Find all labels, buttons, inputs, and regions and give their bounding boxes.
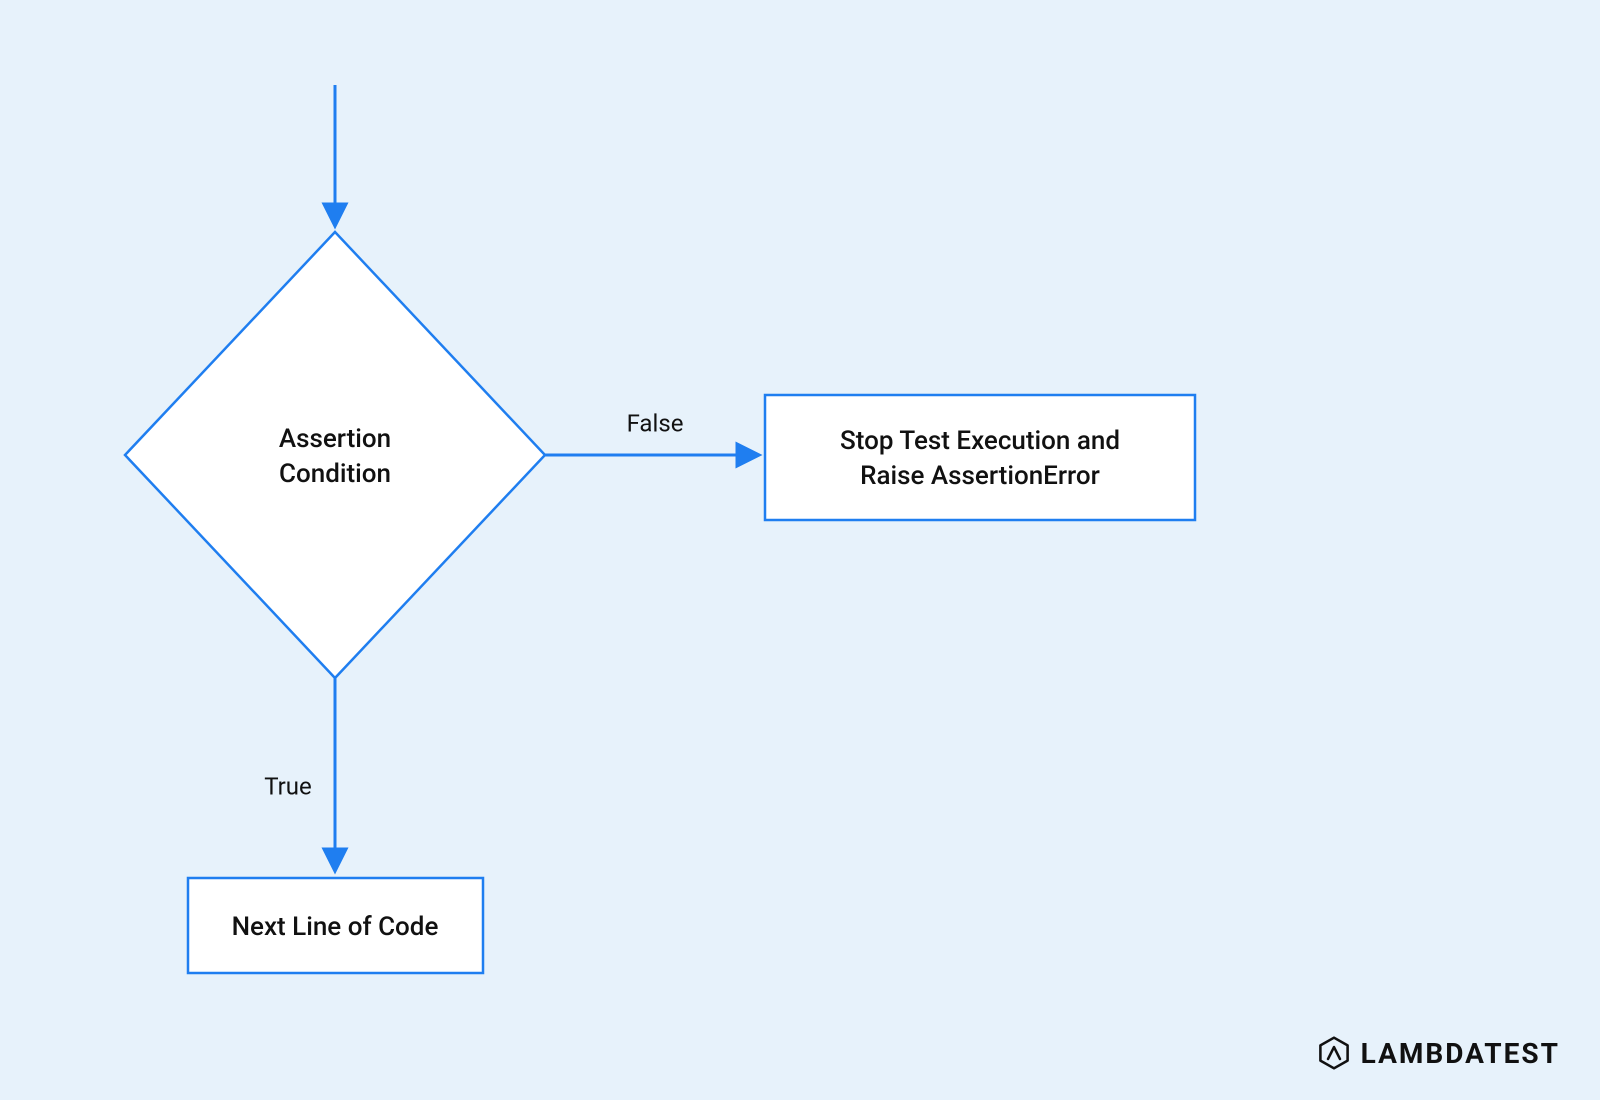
decision-node: Assertion Condition — [125, 232, 545, 678]
brand-text: LAMBDATEST — [1361, 1037, 1560, 1070]
flowchart-svg: Assertion Condition False Stop Test Exec… — [0, 0, 1600, 1100]
edge-true-label: True — [264, 772, 312, 800]
true-target-node: Next Line of Code — [188, 878, 483, 973]
true-target-text: Next Line of Code — [232, 912, 439, 942]
false-target-text-line2: Raise AssertionError — [860, 461, 1100, 491]
edge-false-label: False — [627, 409, 684, 437]
lambdatest-icon — [1317, 1036, 1351, 1070]
diagram-canvas: Assertion Condition False Stop Test Exec… — [0, 0, 1600, 1100]
decision-text-line1: Assertion — [279, 424, 391, 454]
false-target-node: Stop Test Execution and Raise AssertionE… — [765, 395, 1195, 520]
false-target-text-line1: Stop Test Execution and — [840, 426, 1120, 456]
brand-logo: LAMBDATEST — [1317, 1036, 1560, 1070]
decision-text-line2: Condition — [279, 459, 391, 489]
